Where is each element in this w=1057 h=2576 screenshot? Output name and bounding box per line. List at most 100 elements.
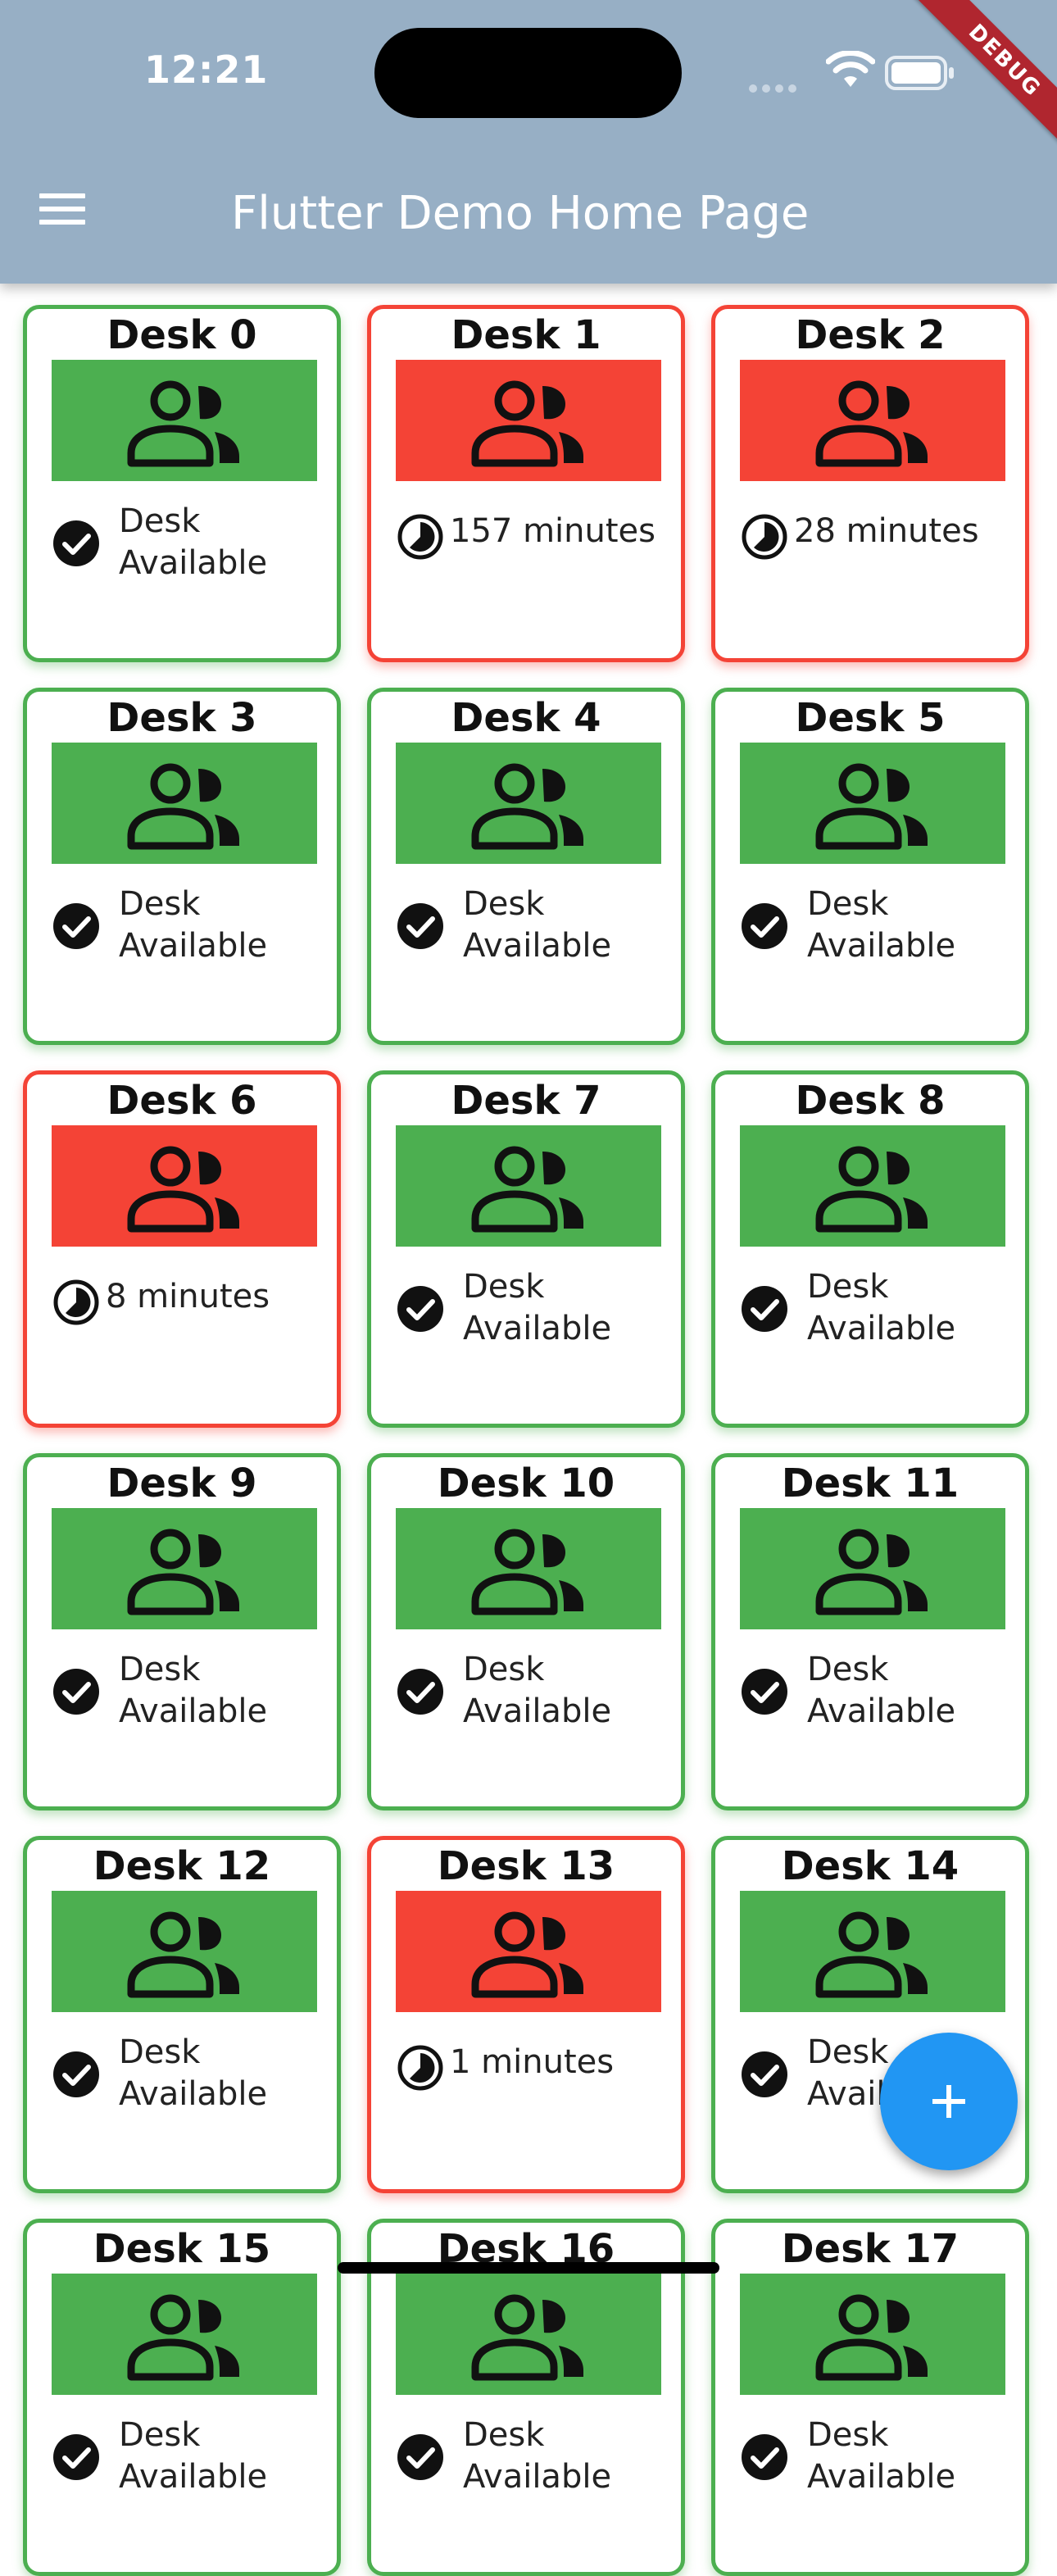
- desk-status-banner: [396, 2274, 661, 2395]
- people-icon: [815, 380, 928, 467]
- people-icon: [815, 2294, 928, 2381]
- desk-status-line1: Desk: [463, 1651, 545, 1688]
- signal-icon: [749, 80, 801, 96]
- people-icon: [815, 1146, 928, 1233]
- people-icon: [127, 380, 239, 467]
- desk-status-banner: [52, 1125, 317, 1247]
- people-icon: [127, 763, 239, 850]
- desk-card[interactable]: Desk 17 Desk Available: [711, 2219, 1029, 2576]
- people-icon: [471, 763, 583, 850]
- desk-available-text: Desk Available: [807, 884, 955, 967]
- timelapse-icon: [742, 514, 787, 560]
- desk-card[interactable]: Desk 10 Desk Available: [367, 1453, 685, 1810]
- check-circle-icon: [53, 903, 99, 949]
- desk-status-banner: [740, 2274, 1005, 2395]
- desk-card[interactable]: Desk 4 Desk Available: [367, 688, 685, 1045]
- timelapse-icon: [53, 1279, 99, 1325]
- desk-card[interactable]: Desk 8 Desk Available: [711, 1070, 1029, 1428]
- desk-available-text: Desk Available: [807, 1649, 955, 1733]
- desk-status-line1: Desk: [119, 1651, 201, 1688]
- desk-title: Desk 5: [795, 695, 946, 741]
- desk-status-line2: Available: [463, 1310, 612, 1347]
- desk-status-banner: [740, 1891, 1005, 2012]
- desk-available-text: Desk Available: [119, 884, 267, 967]
- desk-available-text: Desk Available: [119, 501, 267, 584]
- desk-card[interactable]: Desk 12 Desk Available: [23, 1836, 341, 2193]
- desk-available-text: Desk Available: [807, 1266, 955, 1350]
- check-circle-icon: [53, 1669, 99, 1715]
- desk-status-line1: Desk: [807, 1651, 889, 1688]
- check-circle-icon: [742, 1669, 787, 1715]
- desk-status-line1: Desk: [807, 2416, 889, 2454]
- dynamic-island: [374, 28, 682, 118]
- desk-title: Desk 14: [781, 1843, 959, 1889]
- check-circle-icon: [397, 1286, 443, 1332]
- people-icon: [127, 1146, 239, 1233]
- check-circle-icon: [742, 2434, 787, 2480]
- desk-title: Desk 6: [107, 1078, 257, 1124]
- desk-title: Desk 10: [437, 1461, 615, 1506]
- desk-status-banner: [396, 1508, 661, 1629]
- desk-card[interactable]: Desk 11 Desk Available: [711, 1453, 1029, 1810]
- desk-title: Desk 2: [795, 312, 946, 358]
- menu-icon[interactable]: [39, 193, 97, 234]
- desk-status-line1: Desk: [119, 885, 201, 923]
- desk-status-banner: [396, 360, 661, 481]
- desk-status-banner: [52, 360, 317, 481]
- desk-timer-text: 8 minutes: [106, 1278, 270, 1315]
- desk-card[interactable]: Desk 13 1 minutes: [367, 1836, 685, 2193]
- desk-status-banner: [740, 360, 1005, 481]
- desk-status-line1: Desk: [463, 885, 545, 923]
- desk-card[interactable]: Desk 9 Desk Available: [23, 1453, 341, 1810]
- desk-card[interactable]: Desk 15 Desk Available: [23, 2219, 341, 2576]
- desk-title: Desk 0: [107, 312, 257, 358]
- debug-label: DEBUG: [910, 0, 1057, 155]
- wifi-icon: [826, 51, 875, 87]
- desk-status-line1: Desk: [807, 1268, 889, 1306]
- desk-title: Desk 17: [781, 2226, 959, 2272]
- people-icon: [815, 763, 928, 850]
- desk-status-line2: Available: [463, 1692, 612, 1730]
- desk-card[interactable]: Desk 6 8 minutes: [23, 1070, 341, 1428]
- desk-status-line1: Desk: [807, 885, 889, 923]
- desk-status-line2: Available: [463, 2458, 612, 2496]
- desk-status-line2: Available: [807, 1692, 956, 1730]
- desk-status-line2: Available: [119, 2458, 268, 2496]
- people-icon: [471, 1911, 583, 1998]
- desk-card[interactable]: Desk 7 Desk Available: [367, 1070, 685, 1428]
- page-title: Flutter Demo Home Page: [231, 187, 810, 240]
- check-circle-icon: [53, 520, 99, 566]
- people-icon: [815, 1911, 928, 1998]
- timelapse-icon: [397, 514, 443, 560]
- desk-status-banner: [396, 1125, 661, 1247]
- desk-title: Desk 3: [107, 695, 257, 741]
- desk-status-banner: [396, 1891, 661, 2012]
- check-circle-icon: [742, 2051, 787, 2097]
- desk-card[interactable]: Desk 2 28 minutes: [711, 305, 1029, 662]
- check-circle-icon: [53, 2051, 99, 2097]
- check-circle-icon: [742, 903, 787, 949]
- desk-status-line2: Available: [463, 927, 612, 965]
- people-icon: [471, 2294, 583, 2381]
- desk-title: Desk 13: [437, 1843, 615, 1889]
- home-indicator: [338, 2262, 719, 2274]
- desk-card[interactable]: Desk 5 Desk Available: [711, 688, 1029, 1045]
- people-icon: [127, 1911, 239, 1998]
- add-button[interactable]: [880, 2033, 1018, 2170]
- desk-status-line1: Desk: [119, 502, 201, 540]
- people-icon: [471, 1146, 583, 1233]
- desk-card[interactable]: Desk 3 Desk Available: [23, 688, 341, 1045]
- desk-card[interactable]: Desk 1 157 minutes: [367, 305, 685, 662]
- check-circle-icon: [397, 1669, 443, 1715]
- desk-status-line2: Available: [119, 927, 268, 965]
- people-icon: [127, 1529, 239, 1615]
- desk-status-line2: Available: [807, 927, 956, 965]
- desk-available-text: Desk Available: [463, 2415, 611, 2498]
- desk-title: Desk 9: [107, 1461, 257, 1506]
- desk-card[interactable]: Desk 0 Desk Available: [23, 305, 341, 662]
- desk-title: Desk 12: [93, 1843, 271, 1889]
- check-circle-icon: [742, 1286, 787, 1332]
- desk-available-text: Desk Available: [463, 884, 611, 967]
- desk-status-banner: [52, 2274, 317, 2395]
- desk-status-line2: Available: [119, 544, 268, 582]
